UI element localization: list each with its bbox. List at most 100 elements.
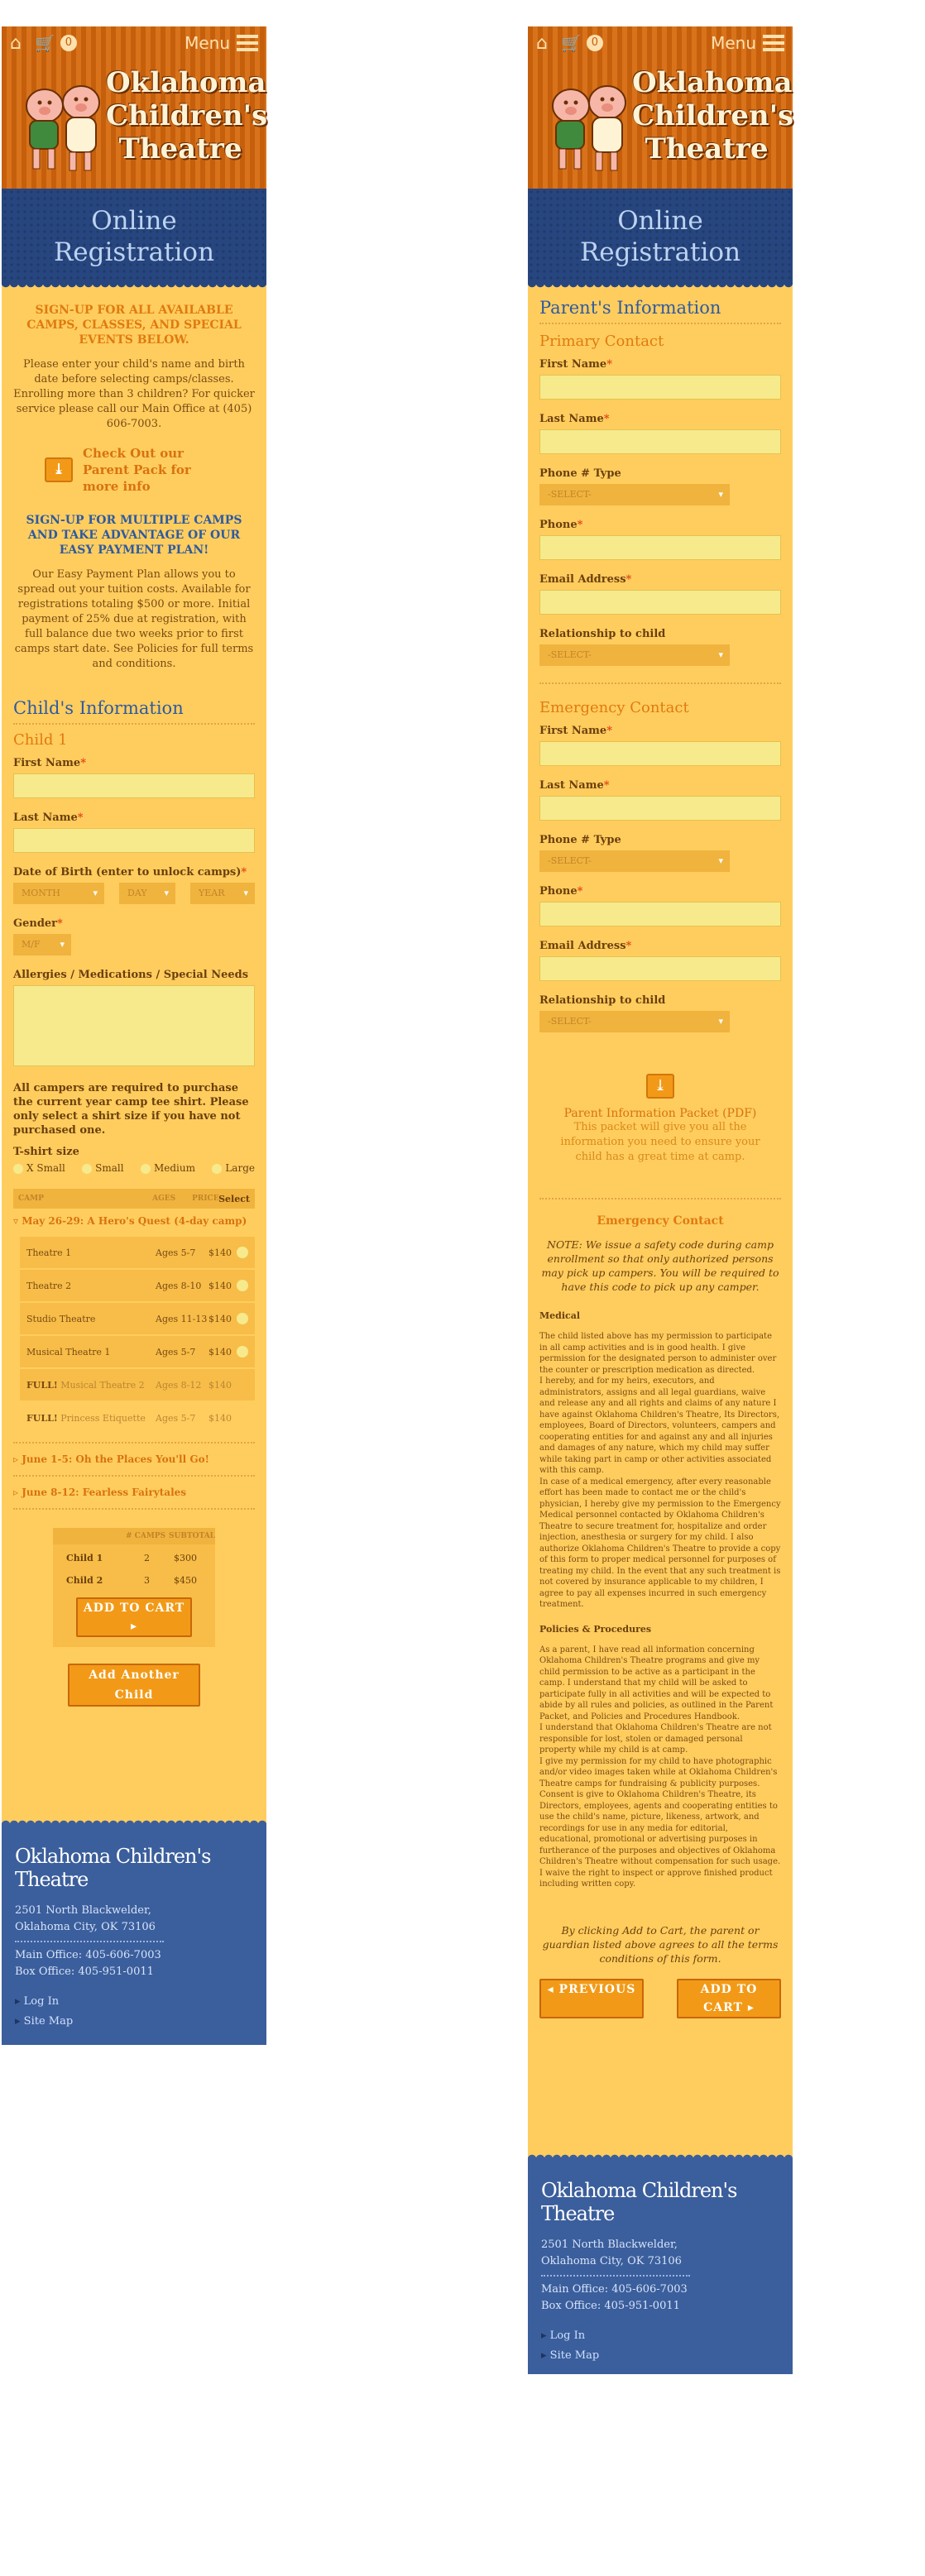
menu-label: Menu [185,33,230,53]
site-footer: Oklahoma Children's Theatre 2501 North B… [2,1817,266,2045]
child-label: Child 1 [13,731,68,749]
packet-title: Parent Information Packet (PDF) [563,1107,757,1120]
child-last-name-input[interactable] [13,828,255,853]
camp-2-toggle[interactable]: ▹ June 1-5: Oh the Places You'll Go! [13,1444,255,1475]
logo-line-1: Oklahoma [632,66,793,99]
cart-icon[interactable]: 🛒 [35,33,55,53]
primary-phone-type-select[interactable]: -SELECT- [539,484,730,505]
child-first-name-input[interactable] [13,773,255,798]
relationship-label: Relationship to child [539,628,666,640]
session-row-full: FULL! Musical Theatre 2 Ages 8-12 $140 [20,1369,255,1401]
camp-3-toggle[interactable]: ▹ June 8-12: Fearless Fairytales [13,1477,255,1508]
site-header: ⌂ 🛒 0 Menu Oklahoma Children's Theatre [528,26,793,189]
relationship-label: Relationship to child [539,994,666,1007]
session-row-full: FULL! Princess Etiquette Ages 5-7 $140 [26,1412,232,1424]
session-row: Theatre 2 Ages 8-10 $140 [20,1270,255,1301]
emergency-phone-type-select[interactable]: -SELECT- [539,850,730,872]
medical-heading: Medical [539,1310,581,1321]
session-row: Studio Theatre Ages 11-13 $140 [20,1303,255,1334]
size-small-radio[interactable]: Small [82,1162,124,1174]
site-logo[interactable]: Oklahoma Children's Theatre [15,61,267,185]
emergency-relationship-select[interactable]: -SELECT- [539,1011,730,1032]
menu-label: Menu [711,33,756,53]
primary-relationship-select[interactable]: -SELECT- [539,644,730,666]
cart-count-badge: 0 [586,35,603,51]
first-name-label: First Name* [13,757,87,769]
footer-login-link[interactable]: Log In [15,1992,253,2012]
home-icon[interactable]: ⌂ [10,33,22,54]
allergies-textarea[interactable] [13,985,255,1066]
footer-box-office: Box Office: 405-951-0011 [15,1966,154,1978]
footer-sitemap-link[interactable]: Site Map [541,2346,779,2366]
agreement-text: By clicking Add to Cart, the parent or g… [542,1923,779,1965]
safety-code-note: NOTE: We issue a safety code during camp… [541,1238,779,1293]
emergency-last-name-input[interactable] [539,796,781,821]
email-label: Email Address* [539,573,632,586]
cart-icon[interactable]: 🛒 [561,33,582,53]
footer-main-office: Main Office: 405-606-7003 [15,1949,161,1961]
size-large-radio[interactable]: Large [212,1162,255,1174]
packet-description: This packet will give you all the inform… [560,1121,760,1163]
footer-login-link[interactable]: Log In [541,2326,779,2346]
menu-button[interactable]: Menu [185,33,258,53]
camp-1-toggle[interactable]: ▿ May 26-29: A Hero's Quest (4-day camp) [13,1215,255,1237]
parent-registration-screen: ⌂ 🛒 0 Menu Oklahoma Children's Theatre O… [528,26,793,2374]
camp-1-sessions: Theatre 1 Ages 5-7 $140 Theatre 2 Ages 8-10… [13,1237,255,1442]
emergency-phone-input[interactable] [539,902,781,926]
phone-type-label: Phone # Type [539,834,621,846]
site-logo[interactable]: Oklahoma Children's Theatre [541,61,794,185]
dob-year-select[interactable]: YEAR [190,883,255,904]
dob-day-select[interactable]: DAY [119,883,175,904]
primary-phone-input[interactable] [539,535,781,560]
add-to-cart-button[interactable]: ADD TO CART ▸ [76,1597,192,1637]
phone-type-label: Phone # Type [539,467,621,480]
add-to-cart-button[interactable]: ADD TO CART ▸ [677,1978,781,2018]
parent-pack-link[interactable]: ⤓ Check Out our Parent Pack for more inf… [13,445,255,495]
download-icon: ⤓ [45,457,73,482]
download-icon: ⤓ [646,1074,674,1099]
primary-first-name-input[interactable] [539,375,781,400]
signup-all-heading: SIGN-UP FOR ALL AVAILABLE CAMPS, CLASSES… [26,304,242,347]
footer-address-1: 2501 North Blackwelder, [15,1904,151,1917]
home-icon[interactable]: ⌂ [536,33,548,54]
footer-sitemap-link[interactable]: Site Map [15,2012,253,2032]
child-registration-screen: ⌂ 🛒 0 Menu Oklahoma Children's Theatre O… [2,26,267,2045]
footer-address-2: Oklahoma City, OK 73106 [15,1921,156,1933]
emergency-email-input[interactable] [539,956,781,981]
size-medium-radio[interactable]: Medium [140,1162,195,1174]
menu-button[interactable]: Menu [711,33,784,53]
previous-button[interactable]: ◂ PREVIOUS [539,1978,644,2018]
session-select-radio[interactable] [237,1313,248,1324]
medical-release-text: The child listed above has my permission… [539,1332,781,1609]
child-info-heading: Child's Information [13,698,255,725]
primary-email-input[interactable] [539,590,781,615]
signup-multi-heading: SIGN-UP FOR MULTIPLE CAMPS AND TAKE ADVA… [26,514,242,557]
primary-last-name-input[interactable] [539,429,781,454]
logo-line-3: Theatre [645,132,769,165]
session-select-radio[interactable] [237,1247,248,1258]
size-xsmall-radio[interactable]: X Small [13,1162,65,1174]
footer-address-1: 2501 North Blackwelder, [541,2238,678,2251]
site-footer: Oklahoma Children's Theatre 2501 North B… [528,2151,793,2374]
first-name-label: First Name* [539,358,613,371]
last-name-label: Last Name* [13,812,84,824]
page-title-line-2: Registration [579,237,741,267]
policies-heading: Policies & Procedures [539,1623,652,1635]
gender-select[interactable]: M/F [13,934,71,955]
session-select-radio[interactable] [237,1280,248,1291]
dob-month-select[interactable]: MONTH [13,883,104,904]
emergency-first-name-input[interactable] [539,741,781,766]
footer-logo: Oklahoma Children's Theatre [541,2179,737,2225]
session-select-radio[interactable] [237,1346,248,1357]
add-another-child-button[interactable]: Add Another Child [68,1664,200,1707]
footer-box-office: Box Office: 405-951-0011 [541,2300,680,2312]
summary-row: Child 1 2 $300 [66,1553,197,1563]
page-title-banner: Online Registration [2,189,266,290]
primary-contact-heading: Primary Contact [539,333,664,350]
parent-packet-link[interactable]: ⤓ Parent Information Packet (PDF) This p… [539,1074,781,1165]
phone-label: Phone* [539,885,583,898]
page-title-line-1: Online [617,206,703,236]
first-name-label: First Name* [539,725,613,737]
logo-line-2: Children's [632,99,794,132]
camp-table-header: CAMP AGES PRICE Select [13,1189,255,1209]
